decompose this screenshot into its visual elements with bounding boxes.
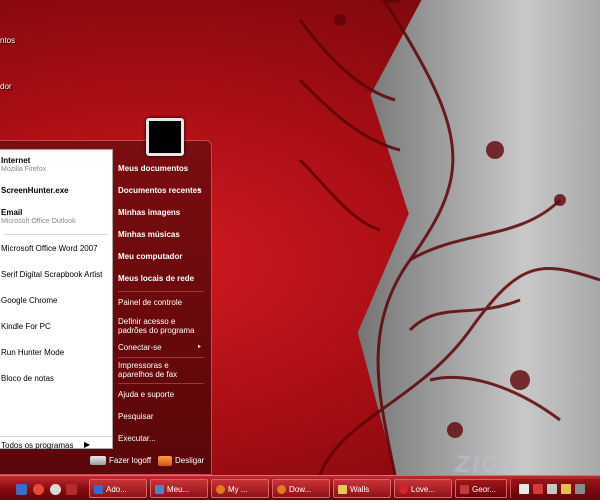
submenu-arrow-icon: ▸: [198, 344, 202, 350]
taskbar-button[interactable]: Meu...: [150, 479, 208, 498]
recent-item-scrapbook[interactable]: Serif Digital Scrapbook Artist: [1, 270, 111, 279]
desktop-icon-label[interactable]: dor: [0, 82, 12, 91]
right-item-connect-to[interactable]: Conectar-se ▸: [118, 343, 208, 352]
divider: [118, 383, 204, 384]
quick-launch-icon[interactable]: [66, 484, 77, 495]
taskbar-button[interactable]: Love...: [394, 479, 452, 498]
right-item-my-documents[interactable]: Meus documentos: [118, 164, 188, 173]
start-menu-programs-pane: Internet Mozilla Firefox ScreenHunter.ex…: [0, 149, 113, 450]
start-menu: Internet Mozilla Firefox ScreenHunter.ex…: [0, 140, 212, 475]
recent-item-word[interactable]: Microsoft Office Word 2007: [1, 244, 111, 253]
right-item-run[interactable]: Executar...: [118, 434, 156, 443]
app-icon: [460, 485, 469, 495]
right-item-network-places[interactable]: Meus locais de rede: [118, 274, 194, 283]
taskbar-button[interactable]: Dow...: [272, 479, 330, 498]
divider: [118, 357, 204, 358]
pinned-item-internet[interactable]: Internet Mozilla Firefox: [1, 156, 111, 173]
taskbar: Ado... Meu... My ... Dow... Walls Love..…: [0, 475, 600, 500]
media-icon[interactable]: [50, 484, 61, 495]
logoff-icon: [90, 456, 106, 466]
recent-item-notepad[interactable]: Bloco de notas: [1, 374, 111, 383]
folder-icon: [155, 485, 164, 495]
folder-icon: [338, 485, 347, 495]
right-item-my-pictures[interactable]: Minhas imagens: [118, 208, 180, 217]
taskbar-button[interactable]: Walls: [333, 479, 391, 498]
right-item-my-computer[interactable]: Meu computador: [118, 252, 182, 261]
shutdown-button[interactable]: Desligar: [158, 456, 204, 468]
right-item-recent-documents[interactable]: Documentos recentes ▸: [118, 186, 202, 195]
arrow-right-icon: ▶: [84, 440, 91, 449]
taskbar-button[interactable]: My ...: [211, 479, 269, 498]
taskbar-button[interactable]: Geor...: [455, 479, 507, 498]
recent-item-chrome[interactable]: Google Chrome: [1, 296, 111, 305]
heart-icon: [399, 485, 408, 495]
tray-icon[interactable]: [519, 484, 529, 494]
browser-icon[interactable]: [33, 484, 44, 495]
system-tray: [510, 479, 600, 498]
right-item-my-music[interactable]: Minhas músicas: [118, 230, 180, 239]
pinned-item-email[interactable]: Email Microsoft Office Outlook: [1, 208, 111, 225]
show-desktop-icon[interactable]: [16, 484, 27, 495]
power-icon: [158, 456, 172, 466]
all-programs-button[interactable]: Todos os programas ▶: [0, 436, 112, 454]
pinned-item-screenhunter[interactable]: ScreenHunter.exe: [1, 186, 111, 195]
right-item-printers[interactable]: Impressoras e aparelhos de fax: [118, 361, 194, 379]
right-item-help[interactable]: Ajuda e suporte: [118, 390, 174, 399]
tray-icon[interactable]: [561, 484, 571, 494]
recent-item-runhunter[interactable]: Run Hunter Mode: [1, 348, 111, 357]
right-item-search[interactable]: Pesquisar: [118, 412, 154, 421]
right-item-control-panel[interactable]: Painel de controle: [118, 298, 182, 307]
divider: [118, 291, 204, 292]
logoff-button[interactable]: Fazer logoff: [90, 456, 151, 468]
divider: [4, 234, 108, 235]
firefox-icon: [216, 485, 225, 495]
app-icon: [94, 485, 103, 495]
user-picture[interactable]: [146, 118, 184, 156]
tray-icon[interactable]: [533, 484, 543, 494]
right-item-default-programs[interactable]: Definir acesso e padrões do programa: [118, 317, 202, 335]
tray-icon[interactable]: [575, 484, 585, 494]
taskbar-button[interactable]: Ado...: [89, 479, 147, 498]
firefox-icon: [277, 485, 286, 495]
tray-icon[interactable]: [547, 484, 557, 494]
desktop-icon-label[interactable]: ntos: [0, 36, 15, 45]
submenu-arrow-icon: ▸: [198, 187, 202, 193]
recent-item-kindle[interactable]: Kindle For PC: [1, 322, 111, 331]
